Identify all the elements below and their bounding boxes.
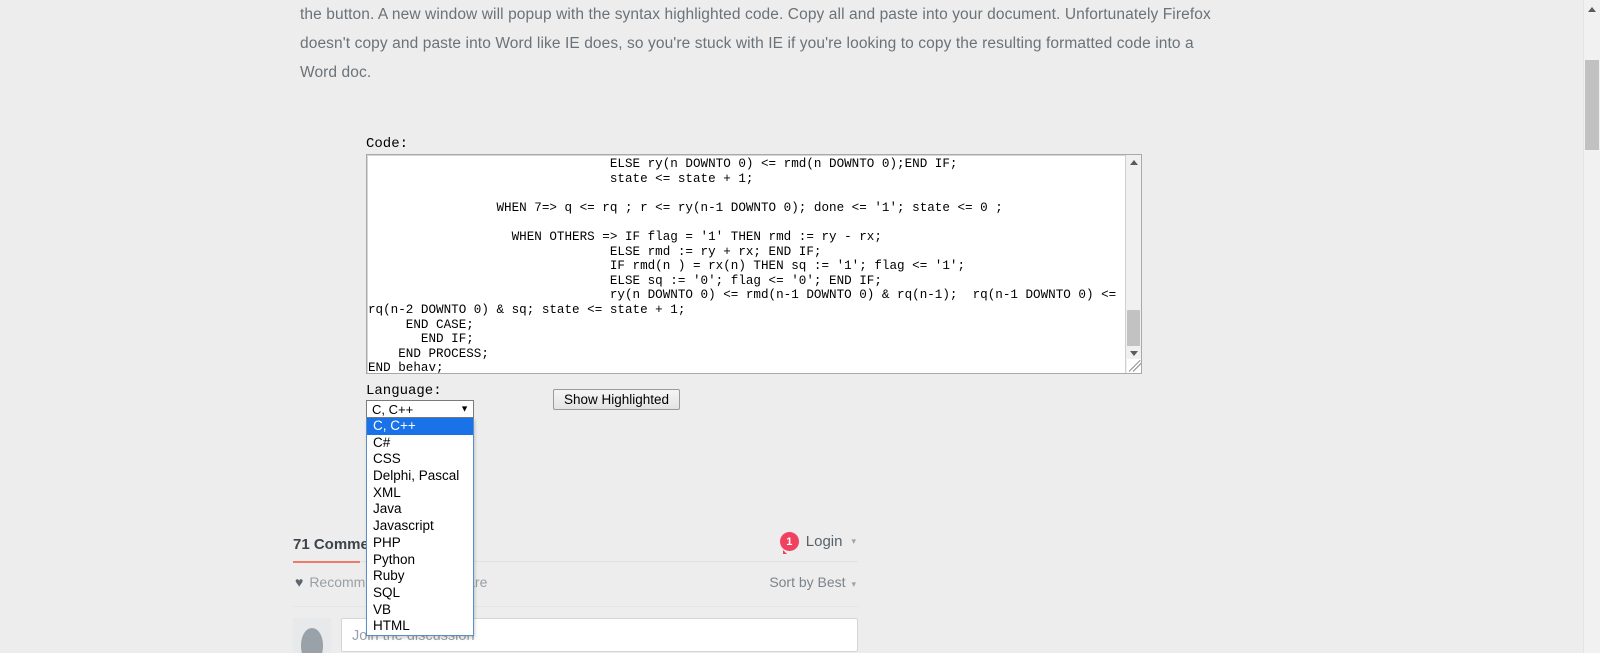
dropdown-option-css[interactable]: CSS xyxy=(367,451,473,468)
page-root: the button. A new window will popup with… xyxy=(0,0,1600,653)
heart-icon: ♥ xyxy=(295,574,304,590)
avatar xyxy=(293,618,331,653)
language-label: Language: xyxy=(366,383,442,399)
code-textarea[interactable]: ELSE ry(n DOWNTO 0) <= rmd(n DOWNTO 0);E… xyxy=(366,154,1142,374)
notification-badge[interactable]: 1 xyxy=(779,532,799,554)
dropdown-option-xml[interactable]: XML xyxy=(367,485,473,502)
dropdown-option-html[interactable]: HTML xyxy=(367,618,473,635)
chevron-down-icon: ▾ xyxy=(851,536,856,546)
language-select[interactable]: C, C++ ▼ xyxy=(366,400,474,418)
dropdown-option-c-cpp[interactable]: C, C++ xyxy=(367,418,473,435)
sort-by-control[interactable]: Sort by Best ▾ xyxy=(769,574,856,590)
dropdown-option-sql[interactable]: SQL xyxy=(367,585,473,602)
browser-scrollbar[interactable] xyxy=(1583,0,1600,653)
code-label: Code: xyxy=(366,136,409,152)
article-text: the button. A new window will popup with… xyxy=(300,0,1260,87)
comments-tab-underline xyxy=(293,561,360,563)
dropdown-option-php[interactable]: PHP xyxy=(367,535,473,552)
dropdown-option-csharp[interactable]: C# xyxy=(367,435,473,452)
show-highlighted-button[interactable]: Show Highlighted xyxy=(553,389,681,410)
page-scrollbar-thumb[interactable] xyxy=(1585,60,1599,150)
article-paragraph-line-3: Word doc. xyxy=(300,64,372,81)
dropdown-option-java[interactable]: Java xyxy=(367,501,473,518)
code-textarea-scrollbar[interactable] xyxy=(1125,155,1141,373)
language-row: Language: C, C++ ▼ Show Highlighted xyxy=(366,383,1146,423)
sort-by-label: Sort by Best xyxy=(769,574,846,590)
dropdown-option-delphi-pascal[interactable]: Delphi, Pascal xyxy=(367,468,473,485)
scroll-up-arrow-icon[interactable] xyxy=(1126,155,1141,170)
code-textarea-content[interactable]: ELSE ry(n DOWNTO 0) <= rmd(n DOWNTO 0);E… xyxy=(368,157,1116,373)
page-scroll-up-arrow-icon[interactable] xyxy=(1584,1,1600,17)
textarea-resize-grip-icon[interactable] xyxy=(1127,359,1141,373)
dropdown-option-python[interactable]: Python xyxy=(367,552,473,569)
dropdown-option-ruby[interactable]: Ruby xyxy=(367,568,473,585)
chevron-down-icon: ▾ xyxy=(851,579,856,589)
code-widget: Code: ELSE ry(n DOWNTO 0) <= rmd(n DOWNT… xyxy=(366,136,1146,374)
language-dropdown-list[interactable]: C, C++ C# CSS Delphi, Pascal XML Java Ja… xyxy=(366,418,474,636)
dropdown-option-javascript[interactable]: Javascript xyxy=(367,518,473,535)
login-label[interactable]: Login xyxy=(806,533,843,550)
article-paragraph-line-2: doesn't copy and paste into Word like IE… xyxy=(300,35,1194,52)
chevron-down-icon: ▼ xyxy=(460,403,469,414)
article-paragraph-line-1: the button. A new window will popup with… xyxy=(300,6,1211,23)
login-control[interactable]: 1 Login ▾ xyxy=(779,532,856,554)
language-select-value: C, C++ xyxy=(372,401,414,417)
dropdown-option-vb[interactable]: VB xyxy=(367,602,473,619)
